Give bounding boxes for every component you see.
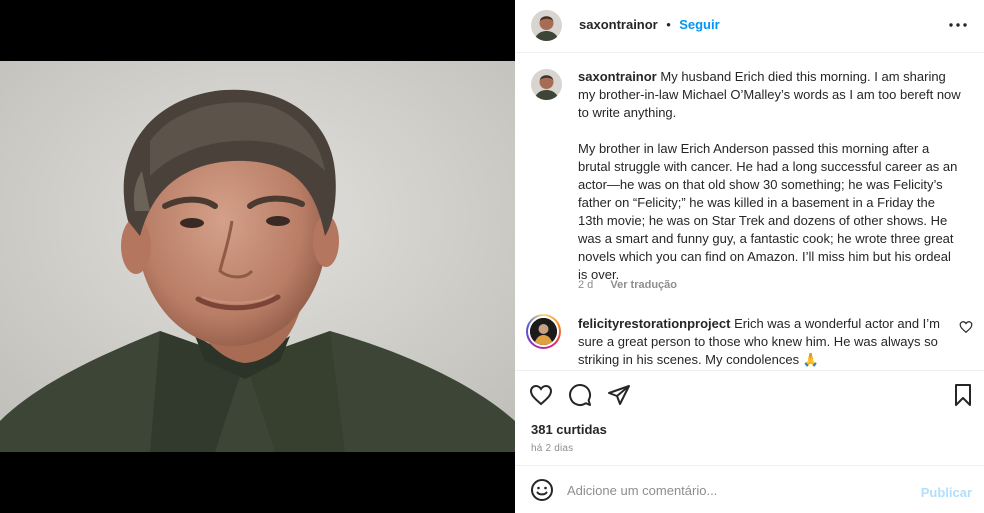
author-avatar[interactable] xyxy=(531,10,562,41)
comment-item: felicityrestorationproject Erich was a w… xyxy=(578,315,948,369)
post-timestamp[interactable]: há 2 dias xyxy=(531,443,573,454)
follow-button[interactable]: Seguir xyxy=(679,17,719,32)
caption-body: My husband Erich died this morning. I am… xyxy=(578,69,961,282)
author-username[interactable]: saxontrainor xyxy=(579,17,658,32)
commenter-avatar-frame xyxy=(528,316,559,347)
caption-age[interactable]: 2 d xyxy=(578,279,593,291)
share-icon[interactable] xyxy=(607,383,631,407)
post-side-panel: saxontrainor • Seguir saxontrainor My hu… xyxy=(515,0,984,513)
commenter-username[interactable]: felicityrestorationproject xyxy=(578,316,730,331)
caption-username[interactable]: saxontrainor xyxy=(578,69,657,84)
commenter-avatar[interactable] xyxy=(526,314,561,349)
comment-composer: Publicar xyxy=(515,465,984,513)
post-header: saxontrainor • Seguir xyxy=(515,0,984,53)
caption-avatar[interactable] xyxy=(531,69,562,100)
more-options-icon[interactable] xyxy=(946,13,970,37)
bookmark-icon[interactable] xyxy=(951,383,975,407)
translate-link[interactable]: Ver tradução xyxy=(610,279,677,291)
commenter-avatar-image xyxy=(530,318,557,345)
caption-meta: 2 d Ver tradução xyxy=(578,279,691,291)
likes-count[interactable]: 381 curtidas xyxy=(531,422,607,437)
post-caption: saxontrainor My husband Erich died this … xyxy=(578,68,963,284)
header-line: saxontrainor • Seguir xyxy=(579,16,720,34)
comment-icon[interactable] xyxy=(568,383,592,407)
like-comment-icon[interactable] xyxy=(959,320,973,334)
media-pane xyxy=(0,0,515,513)
comments-area[interactable]: saxontrainor My husband Erich died this … xyxy=(515,53,984,370)
action-bar: 381 curtidas há 2 dias xyxy=(515,370,984,465)
post-photo[interactable] xyxy=(0,61,515,452)
publish-button[interactable]: Publicar xyxy=(921,485,972,500)
separator-dot: • xyxy=(666,17,671,32)
comment-input[interactable] xyxy=(567,478,907,502)
instagram-post-view: saxontrainor • Seguir saxontrainor My hu… xyxy=(0,0,984,513)
emoji-icon[interactable] xyxy=(530,478,554,502)
heart-icon[interactable] xyxy=(529,383,553,407)
